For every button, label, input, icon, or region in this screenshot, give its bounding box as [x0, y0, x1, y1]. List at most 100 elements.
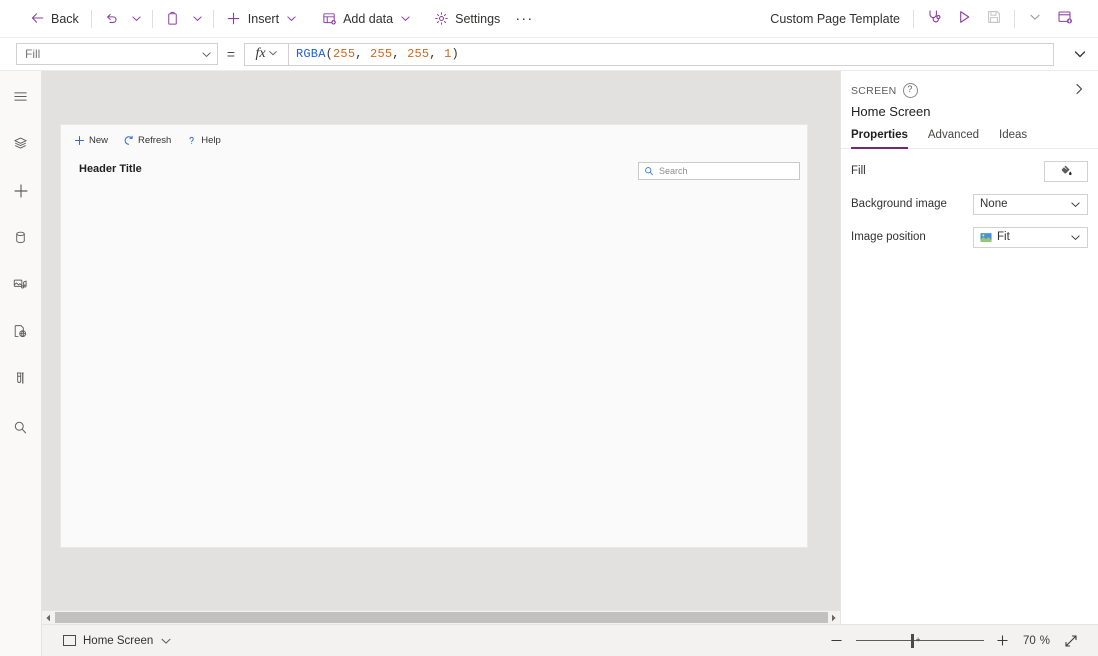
variables-icon: [12, 370, 29, 390]
canvas-horizontal-scrollbar[interactable]: [42, 610, 840, 624]
paste-dropdown-chevron[interactable]: [188, 5, 208, 33]
chevron-down-icon: [201, 44, 212, 64]
gear-icon: [433, 11, 449, 27]
settings-button[interactable]: Settings: [426, 4, 507, 34]
undo-dropdown-chevron[interactable]: [127, 5, 147, 33]
screen-selector[interactable]: Home Screen: [58, 628, 177, 654]
canvas-header-title: Header Title: [79, 163, 142, 175]
zoom-out-button[interactable]: [824, 628, 850, 654]
sidebar-item-insert[interactable]: [1, 173, 41, 211]
sidebar-item-tree-view[interactable]: [1, 126, 41, 164]
chevron-down-icon: [160, 635, 172, 647]
fit-to-screen-button[interactable]: [1058, 628, 1084, 654]
collapse-panel-button[interactable]: [1068, 79, 1090, 101]
canvas-new-label: New: [89, 135, 108, 146]
property-select[interactable]: Fill: [16, 43, 218, 65]
image-position-label: Image position: [851, 231, 973, 243]
scrollbar-thumb[interactable]: [55, 612, 828, 623]
canvas-help-button[interactable]: Help: [179, 128, 227, 152]
screen-command-bar: New Refresh Help: [61, 125, 807, 155]
save-options-chevron[interactable]: [1020, 5, 1050, 33]
tab-properties[interactable]: Properties: [851, 129, 908, 148]
image-position-value: Fit: [997, 231, 1010, 243]
scroll-right-arrow-icon[interactable]: [827, 611, 840, 624]
chevron-down-icon: [268, 47, 278, 61]
canvas-search-box[interactable]: Search: [638, 162, 800, 180]
insert-icon: [12, 182, 30, 203]
properties-panel-header: SCREEN ? Home Screen: [841, 71, 1098, 119]
refresh-icon: [122, 134, 134, 146]
screen-icon: [63, 635, 76, 646]
background-image-dropdown[interactable]: None: [973, 194, 1088, 215]
property-row-fill: Fill: [851, 161, 1088, 181]
chevron-down-icon: [1029, 11, 1041, 26]
help-icon: [185, 134, 197, 146]
save-button[interactable]: [979, 5, 1009, 33]
power-apps-studio: Back: [0, 0, 1098, 656]
formula-bar-expand-button[interactable]: [1062, 47, 1098, 61]
top-toolbar: Back: [0, 0, 1098, 38]
fill-color-button[interactable]: [1044, 161, 1088, 182]
arrow-left-icon: [29, 11, 45, 27]
fx-label: fx: [255, 46, 265, 62]
hamburger-menu-icon: [12, 88, 29, 108]
zoom-slider[interactable]: +: [856, 628, 984, 654]
toolbar-divider: [213, 10, 214, 28]
properties-panel: SCREEN ? Home Screen Properties Advanced…: [840, 71, 1098, 624]
add-icon: [73, 134, 85, 146]
more-commands-button[interactable]: ···: [511, 5, 537, 33]
zoom-in-button[interactable]: [990, 628, 1016, 654]
app-checker-icon: [926, 9, 942, 28]
add-data-button[interactable]: Add data: [314, 4, 418, 34]
sidebar-item-variables[interactable]: [1, 361, 41, 399]
background-image-value: None: [980, 198, 1008, 210]
tab-ideas[interactable]: Ideas: [999, 129, 1027, 148]
data-icon: [12, 229, 29, 249]
add-icon: [226, 11, 242, 27]
property-row-image-position: Image position Fit: [851, 227, 1088, 247]
background-image-label: Background image: [851, 198, 973, 210]
fx-button[interactable]: fx: [244, 43, 288, 66]
canvas-area[interactable]: New Refresh Help Header Title: [42, 71, 840, 610]
scrollbar-track[interactable]: [55, 611, 827, 624]
properties-panel-tabs: Properties Advanced Ideas: [841, 129, 1098, 149]
zoom-unit: %: [1040, 635, 1050, 647]
app-checker-button[interactable]: [919, 5, 949, 33]
back-button[interactable]: Back: [22, 4, 86, 34]
property-select-value: Fill: [17, 47, 40, 61]
paste-button[interactable]: [158, 4, 188, 34]
tab-advanced[interactable]: Advanced: [928, 129, 979, 148]
help-icon[interactable]: ?: [903, 83, 918, 98]
sidebar-item-power-automate[interactable]: [1, 314, 41, 352]
properties-panel-kicker-label: SCREEN: [851, 85, 897, 97]
media-icon: [12, 276, 29, 296]
sidebar-item-menu[interactable]: [1, 79, 41, 117]
template-name-label: Custom Page Template: [770, 12, 900, 26]
chevron-down-icon: [285, 11, 297, 27]
toolbar-divider: [91, 10, 92, 28]
publish-button[interactable]: [1050, 5, 1080, 33]
formula-input[interactable]: RGBA(255, 255, 255, 1): [288, 43, 1054, 66]
property-row-background-image: Background image None: [851, 194, 1088, 214]
app-screen-preview[interactable]: New Refresh Help Header Title: [61, 125, 807, 547]
tree-view-icon: [12, 135, 29, 155]
image-position-dropdown[interactable]: Fit: [973, 227, 1088, 248]
sidebar-item-search[interactable]: [1, 410, 41, 448]
play-icon: [956, 9, 972, 28]
scroll-left-arrow-icon[interactable]: [42, 611, 55, 624]
canvas-refresh-label: Refresh: [138, 135, 171, 146]
zoom-controls: + 70 %: [824, 628, 1098, 654]
zoom-slider-thumb[interactable]: [911, 634, 914, 648]
chevron-down-icon: [1070, 199, 1081, 210]
toolbar-right-group: Custom Page Template: [770, 0, 1098, 38]
undo-button[interactable]: [97, 4, 127, 34]
zoom-slider-tick: +: [916, 637, 922, 643]
sidebar-item-data[interactable]: [1, 220, 41, 258]
canvas-refresh-button[interactable]: Refresh: [116, 128, 177, 152]
preview-button[interactable]: [949, 5, 979, 33]
properties-list: Fill Background image None: [841, 149, 1098, 247]
canvas-new-button[interactable]: New: [67, 128, 114, 152]
paste-icon: [165, 11, 181, 27]
sidebar-item-media[interactable]: [1, 267, 41, 305]
insert-button[interactable]: Insert: [219, 4, 304, 34]
